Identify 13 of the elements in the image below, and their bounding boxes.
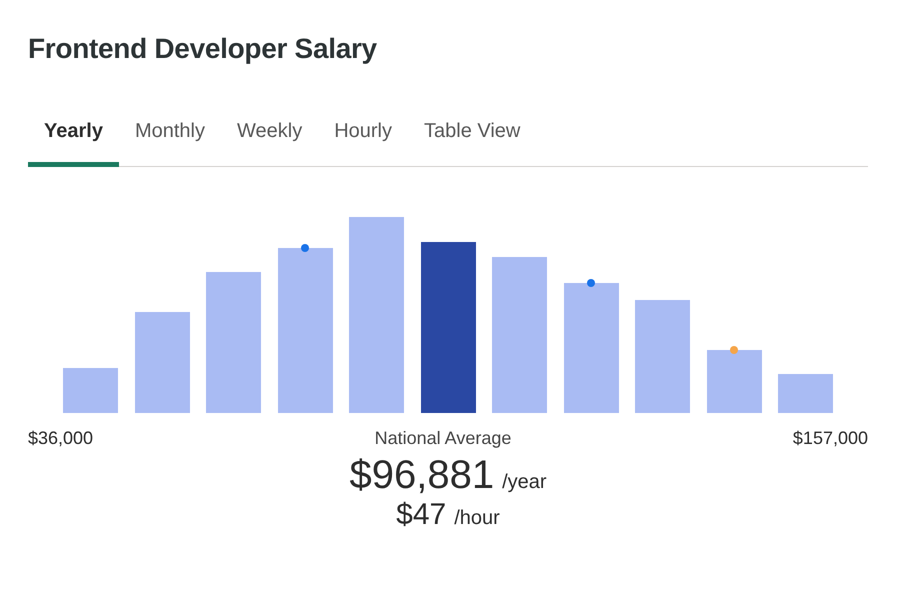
period-tab[interactable]: Monthly [118, 104, 221, 167]
period-tab[interactable]: Table View [408, 104, 536, 167]
hourly-unit: /hour [454, 506, 500, 530]
yearly-unit: /year [502, 470, 547, 494]
min-salary-label: $36,000 [28, 426, 94, 450]
hourly-salary: $47 [396, 498, 446, 532]
period-tab[interactable]: Hourly [318, 104, 408, 167]
max-salary-label: $157,000 [792, 426, 868, 450]
axis-center-label: National Average [374, 426, 512, 450]
yearly-salary: $96,881 [349, 452, 494, 498]
period-tab[interactable]: Yearly [28, 104, 119, 167]
page-title: Frontend Developer Salary [28, 32, 378, 66]
period-tab[interactable]: Weekly [220, 104, 318, 167]
